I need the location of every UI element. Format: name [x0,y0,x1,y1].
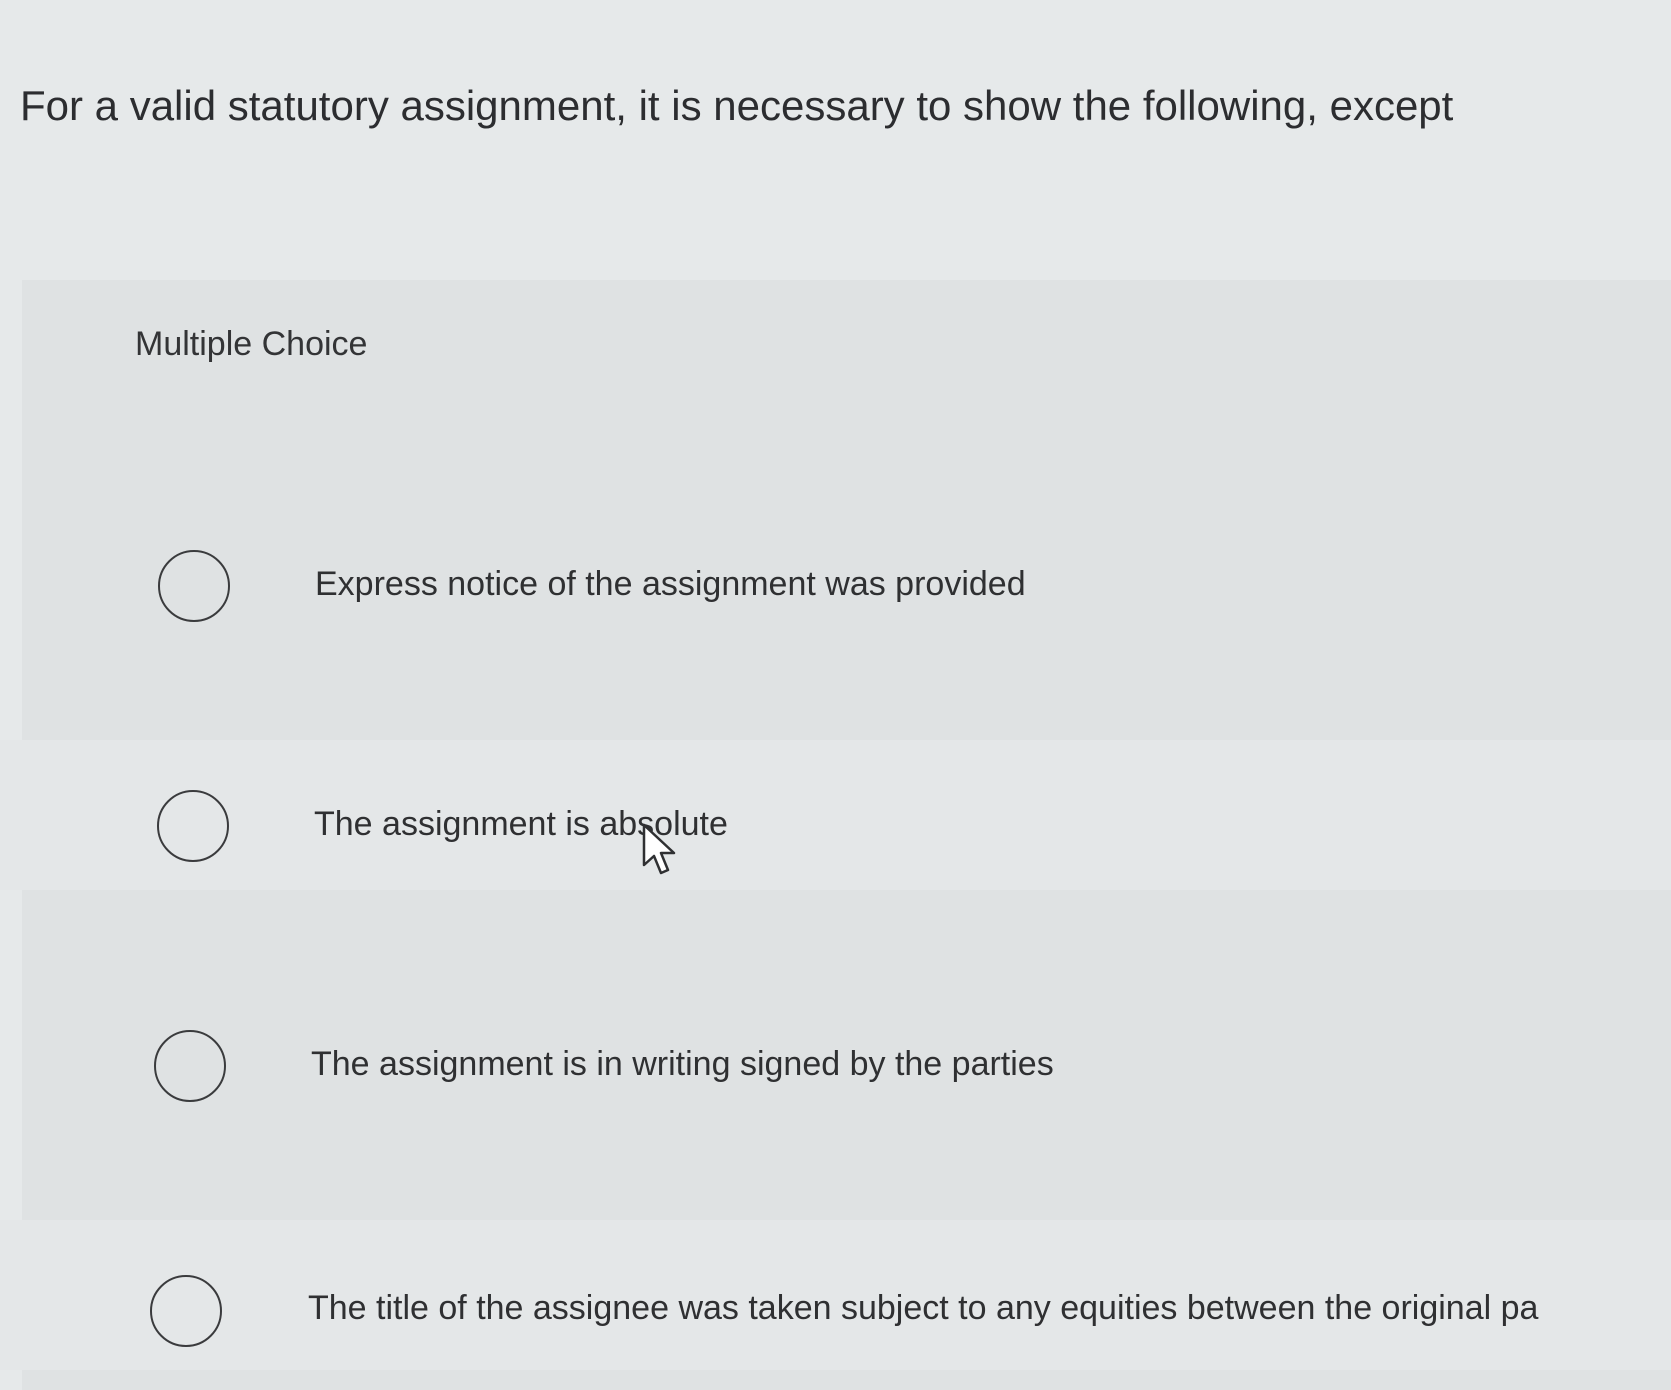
question-text: For a valid statutory assignment, it is … [20,82,1454,129]
option-d[interactable]: The title of the assignee was taken subj… [0,1220,1671,1370]
option-c[interactable]: The assignment is in writing signed by t… [0,980,1671,1130]
radio-button-icon[interactable] [158,550,230,622]
option-a[interactable]: Express notice of the assignment was pro… [0,510,1671,660]
radio-button-icon[interactable] [150,1275,222,1347]
mouse-pointer-icon [642,823,676,875]
option-d-label: The title of the assignee was taken subj… [308,1289,1539,1327]
option-a-label: Express notice of the assignment was pro… [315,565,1026,603]
option-c-label: The assignment is in writing signed by t… [311,1045,1054,1083]
multiple-choice-label: Multiple Choice [135,325,368,363]
option-b[interactable]: The assignment is absolute [0,740,1671,890]
radio-button-icon[interactable] [154,1030,226,1102]
radio-button-icon[interactable] [157,790,229,862]
